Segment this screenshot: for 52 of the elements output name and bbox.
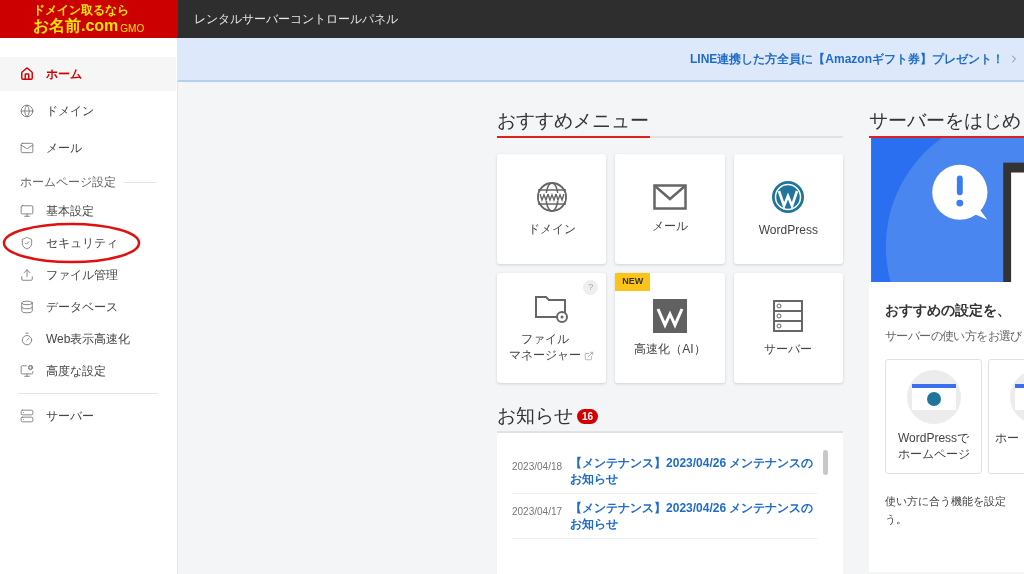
mail-icon [20, 141, 34, 155]
card-subtext: サーバーの使い方をお選び [885, 328, 1023, 345]
sidebar-item[interactable]: データベース [0, 291, 176, 323]
server-rack-icon [772, 299, 805, 333]
sidebar-item[interactable]: セキュリティ [0, 227, 176, 259]
globe-icon [535, 181, 568, 213]
notice-link[interactable]: 【メンテナンス】2023/04/26 メンテナンスのお知らせ [570, 455, 817, 487]
option-card[interactable]: WordPressで ホームページ [885, 359, 982, 474]
monitor-icon [20, 364, 34, 378]
notice-link[interactable]: 【メンテナンス】2023/04/26 メンテナンスのお知らせ [570, 500, 817, 532]
sidebar-item[interactable]: サーバー [0, 400, 176, 432]
w-logo-icon [653, 299, 687, 333]
menu-tile[interactable]: NEW 高速化（AI） [615, 273, 725, 383]
card-heading: おすすめの設定を、 [885, 301, 1012, 320]
logo[interactable]: ドメイン取るなら お名前.comGMO [0, 0, 178, 38]
header-title: レンタルサーバーコントロールパネル [194, 11, 398, 28]
scrollbar-thumb[interactable] [823, 450, 828, 475]
menu-tile[interactable]: ドメイン [497, 154, 607, 264]
menu-tile[interactable]: サーバー [733, 273, 843, 383]
sidebar-item[interactable]: メール [0, 131, 176, 165]
shield-icon [20, 236, 34, 250]
wordpress-logo-icon [771, 180, 806, 214]
count-badge: 16 [577, 408, 599, 424]
option-card[interactable]: ホー [988, 359, 1024, 474]
wordpress-page-icon [906, 370, 961, 424]
database-icon [20, 300, 34, 314]
server-icon [20, 409, 34, 423]
menu-tile[interactable]: メール [615, 154, 725, 264]
menu-tile[interactable]: WordPress [733, 154, 843, 264]
monitor-icon [20, 204, 34, 218]
sidebar-item[interactable]: 基本設定 [0, 195, 176, 227]
envelope-icon [653, 184, 687, 210]
folder-gear-icon [533, 293, 570, 323]
section-title: お知らせ [497, 404, 573, 428]
timer-icon [20, 332, 34, 346]
sidebar-item[interactable]: Web表示高速化 [0, 323, 176, 355]
card-note: 使い方に合う機能を設定 う。 [885, 494, 1007, 527]
promo-banner[interactable]: LINE連携した方全員に【Amazonギフト券】プレゼント！ [178, 38, 1024, 82]
notice-date: 2023/04/17 [512, 505, 563, 519]
globe-icon [20, 104, 34, 118]
menu-tile[interactable]: ? ファイル マネージャー [497, 273, 607, 383]
section-title: おすすめメニュー [497, 109, 650, 133]
sidebar-item[interactable]: ファイル管理 [0, 259, 176, 291]
sidebar-item[interactable]: ドメイン [0, 94, 176, 128]
home-icon [20, 67, 34, 81]
new-badge: NEW [615, 273, 651, 291]
section-title: サーバーをはじめ [869, 109, 1022, 133]
upload-icon [20, 268, 34, 282]
section-label: ホームページ設定 [20, 174, 116, 191]
sidebar-item[interactable]: 高度な設定 [0, 355, 176, 387]
sidebar-item[interactable]: ホーム [0, 57, 176, 91]
notice-date: 2023/04/18 [512, 460, 563, 474]
